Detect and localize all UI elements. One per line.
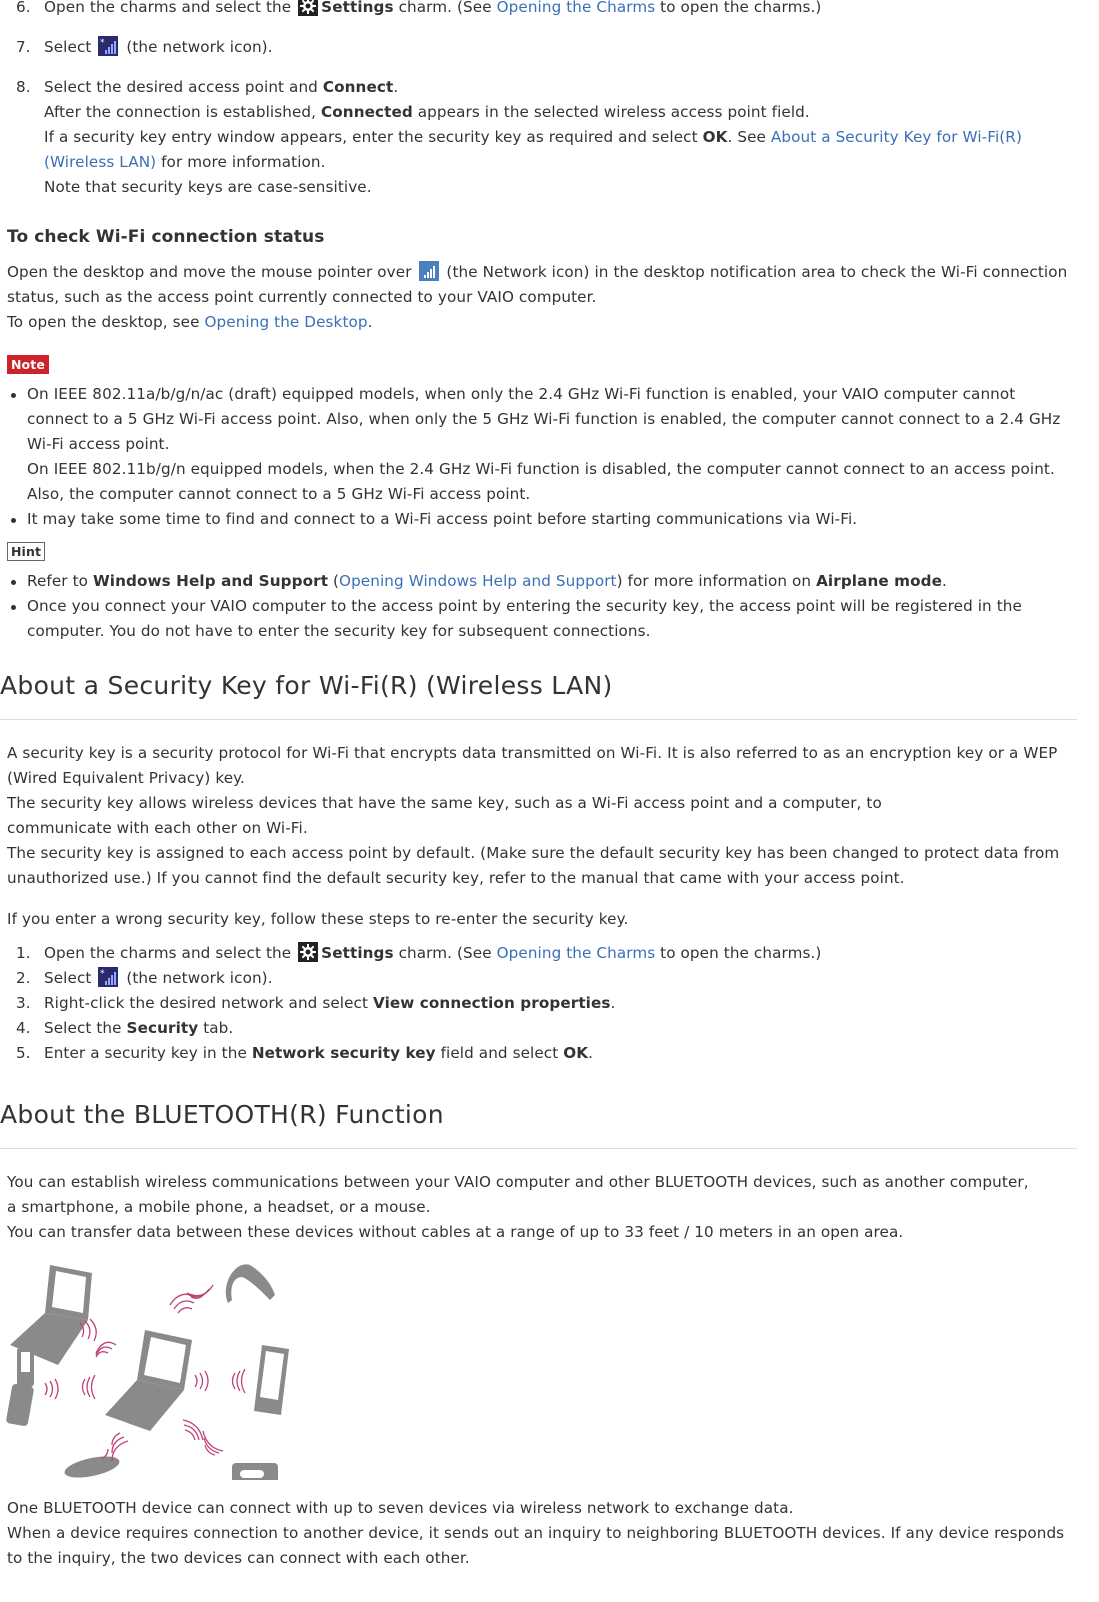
- link-opening-the-charms[interactable]: Opening the Charms: [497, 0, 656, 16]
- section-divider: [0, 719, 1077, 720]
- steps-list-top: 6. Open the charms and select the Settin…: [0, 0, 1099, 200]
- step-3: 3. Right-click the desired network and s…: [16, 994, 616, 1012]
- step-8: 8. Select the desired access point and C…: [0, 75, 1099, 200]
- step-7: 7. Select * (the network icon).: [0, 35, 1099, 60]
- link-opening-the-charms[interactable]: Opening the Charms: [497, 944, 656, 962]
- bluetooth-heading: About the BLUETOOTH(R) Function: [0, 1100, 444, 1129]
- note-list: On IEEE 802.11a/b/g/n/ac (draft) equippe…: [0, 382, 1099, 532]
- hint-badge: Hint: [7, 542, 46, 561]
- mobile-phone-icon: [6, 1347, 34, 1426]
- reenter-steps-list: 1. Open the charms and select the Settin…: [0, 941, 1099, 1066]
- security-key-p4: If you enter a wrong security key, follo…: [7, 910, 629, 928]
- open-desktop-paragraph: To open the desktop, see Opening the Des…: [7, 313, 373, 331]
- note-item: On IEEE 802.11a/b/g/n/ac (draft) equippe…: [0, 382, 1067, 507]
- security-key-heading: About a Security Key for Wi-Fi(R) (Wirel…: [0, 671, 613, 700]
- bluetooth-devices-illustration: [0, 1255, 300, 1501]
- check-status-paragraph: Open the desktop and move the mouse poin…: [7, 261, 1068, 306]
- bluetooth-p1: You can establish wireless communication…: [7, 1173, 1029, 1216]
- camera-icon: [232, 1463, 278, 1501]
- settings-gear-icon: [298, 942, 319, 962]
- security-key-p2: The security key allows wireless devices…: [7, 794, 882, 837]
- link-opening-windows-help[interactable]: Opening Windows Help and Support: [339, 572, 617, 590]
- step-6: 6. Open the charms and select the Settin…: [0, 0, 1099, 20]
- note-item: It may take some time to find and connec…: [0, 507, 1099, 532]
- bluetooth-p4: When a device requires connection to ano…: [7, 1524, 1065, 1567]
- laptop-icon: [105, 1330, 192, 1431]
- hint-item: Refer to Windows Help and Support (Openi…: [0, 569, 1099, 594]
- note-badge: Note: [7, 355, 49, 374]
- security-key-p3: The security key is assigned to each acc…: [7, 844, 1060, 887]
- hint-list: Refer to Windows Help and Support (Openi…: [0, 569, 1099, 644]
- bluetooth-p2: You can transfer data between these devi…: [7, 1223, 904, 1241]
- step-number: 8.: [16, 78, 31, 96]
- step-2: 2. Select * (the network icon).: [16, 967, 273, 987]
- step-number: 6.: [16, 0, 31, 16]
- settings-label: Settings: [321, 0, 394, 16]
- svg-text:*: *: [100, 38, 105, 48]
- bluetooth-p3: One BLUETOOTH device can connect with up…: [7, 1499, 794, 1517]
- network-icon: *: [98, 36, 119, 56]
- settings-gear-icon: [298, 0, 319, 16]
- step-number: 7.: [16, 38, 31, 56]
- svg-text:*: *: [100, 969, 105, 979]
- network-icon: *: [98, 967, 119, 987]
- link-opening-the-desktop[interactable]: Opening the Desktop: [204, 313, 367, 331]
- step-5: 5. Enter a security key in the Network s…: [16, 1044, 594, 1062]
- section-divider: [0, 1148, 1077, 1149]
- headset-icon: [225, 1264, 275, 1303]
- hint-item: Once you connect your VAIO computer to t…: [0, 594, 1087, 644]
- step-1: 1. Open the charms and select the Settin…: [16, 942, 822, 962]
- check-status-heading: To check Wi-Fi connection status: [7, 227, 325, 247]
- smartphone-icon: [254, 1345, 289, 1415]
- network-taskbar-icon: [418, 261, 439, 281]
- step-4: 4. Select the Security tab.: [16, 1019, 234, 1037]
- security-key-p1: A security key is a security protocol fo…: [7, 744, 1058, 787]
